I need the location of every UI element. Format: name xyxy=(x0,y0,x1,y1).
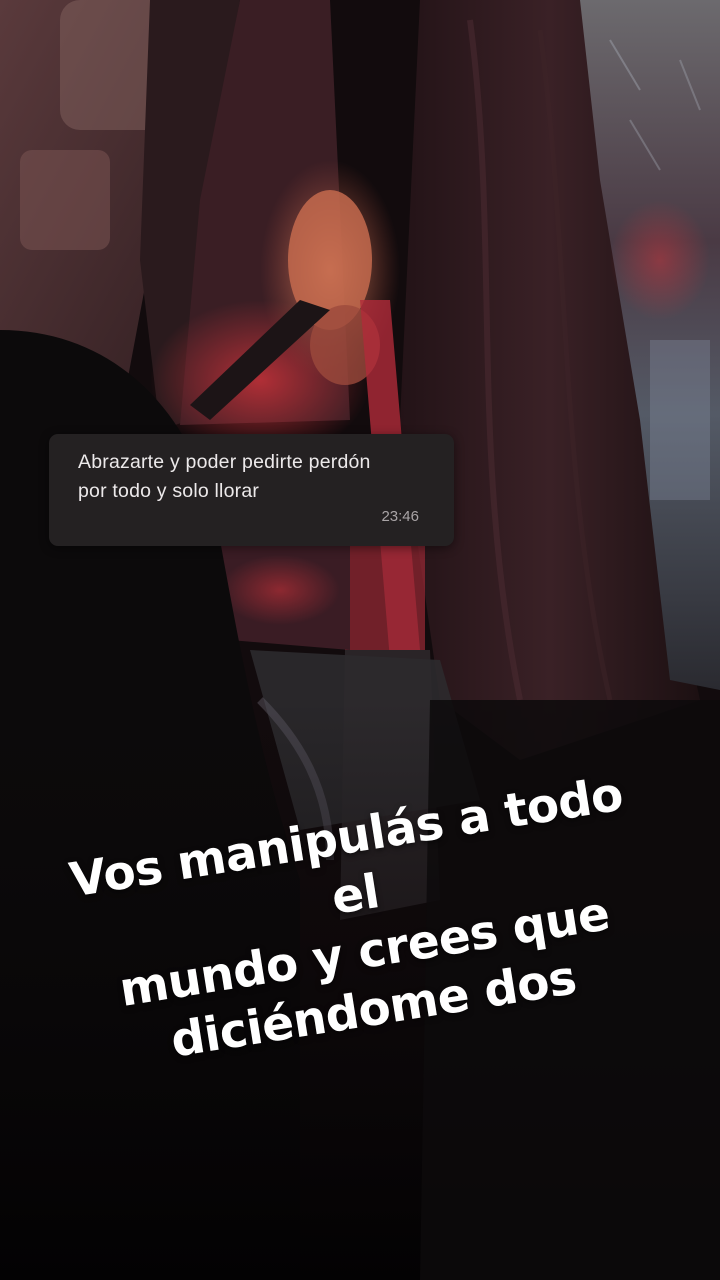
chat-message-bubble: Abrazarte y poder pedirte perdón por tod… xyxy=(49,434,454,546)
chat-message-text: Abrazarte y poder pedirte perdón por tod… xyxy=(78,448,424,506)
chat-message-line: Abrazarte y poder pedirte perdón xyxy=(78,451,371,473)
story-frame: Abrazarte y poder pedirte perdón por tod… xyxy=(0,0,720,1280)
chat-message-timestamp: 23:46 xyxy=(381,508,419,525)
car-interior-night-photo xyxy=(0,0,720,1280)
chat-message-line: por todo y solo llorar xyxy=(78,480,260,502)
